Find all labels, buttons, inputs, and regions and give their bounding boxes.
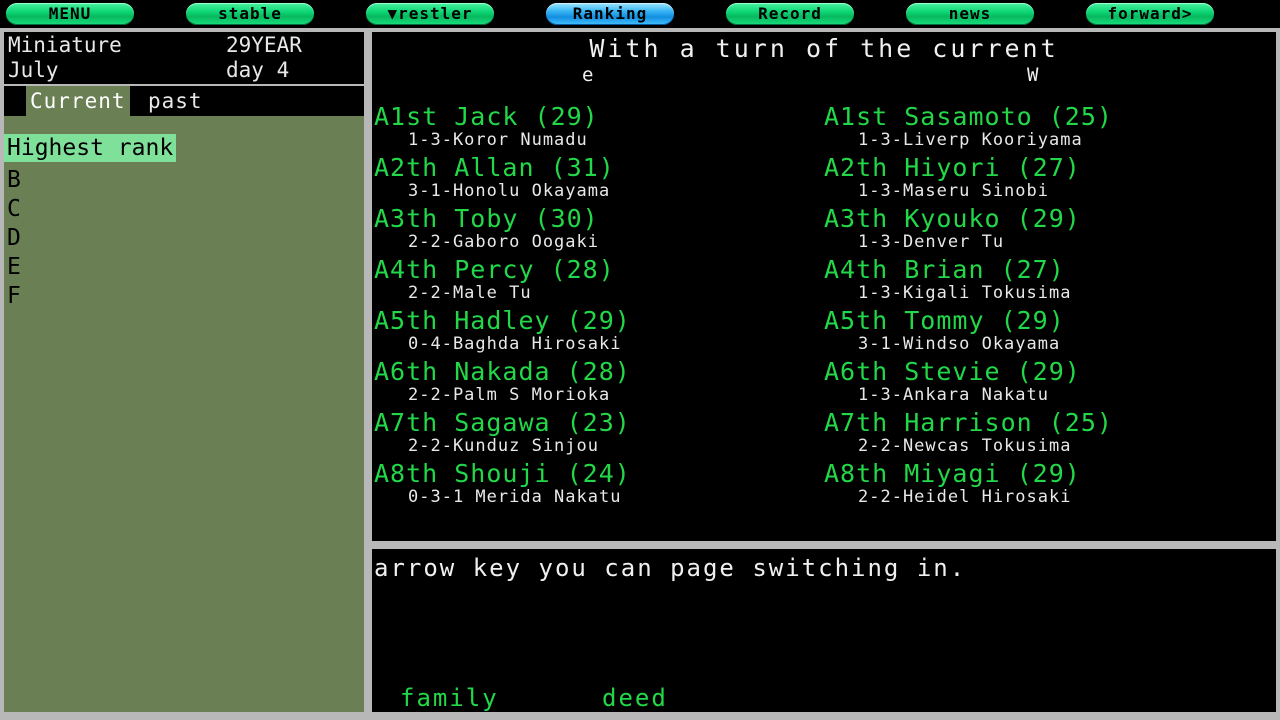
ranking-panel: With a turn of the current e W A1st Jack… bbox=[370, 30, 1278, 543]
ranking-entry-name: A5th Hadley (29) bbox=[374, 306, 631, 335]
grade-item-d[interactable]: D bbox=[7, 224, 21, 253]
ranking-entry-east-3[interactable]: A3th Toby (30) 2-2-Gaboro Oogaki bbox=[372, 204, 822, 255]
ranking-entry-record: 1-3-Kigali Tokusima bbox=[858, 283, 1072, 303]
month-value: July bbox=[8, 58, 59, 82]
menu-button-news[interactable]: news bbox=[906, 3, 1034, 25]
ranking-entry-record: 0-3-1 Merida Nakatu bbox=[408, 487, 622, 507]
ranking-entry-east-7[interactable]: A7th Sagawa (23) 2-2-Kunduz Sinjou bbox=[372, 408, 822, 459]
grade-item-f[interactable]: F bbox=[7, 282, 21, 311]
ranking-entry-west-5[interactable]: A5th Tommy (29) 3-1-Windso Okayama bbox=[822, 306, 1280, 357]
sidebar-panel: Miniature 29YEAR July day 4 Current past… bbox=[2, 30, 366, 714]
tab-past[interactable]: past bbox=[144, 86, 207, 116]
grade-item-e[interactable]: E bbox=[7, 253, 21, 282]
highest-rank-heading: Highest rank bbox=[4, 134, 177, 162]
column-header-west: W bbox=[1027, 64, 1039, 86]
ranking-entry-name: A3th Toby (30) bbox=[374, 204, 599, 233]
ranking-entry-name: A6th Stevie (29) bbox=[824, 357, 1081, 386]
ranking-entry-record: 2-2-Newcas Tokusima bbox=[858, 436, 1072, 456]
ranking-entry-name: A7th Harrison (25) bbox=[824, 408, 1113, 437]
ranking-entry-east-5[interactable]: A5th Hadley (29) 0-4-Baghda Hirosaki bbox=[372, 306, 822, 357]
sidebar-header-row-2: July day 4 bbox=[4, 57, 364, 83]
ranking-title: With a turn of the current bbox=[589, 34, 1059, 63]
ranking-entry-record: 2-2-Gaboro Oogaki bbox=[408, 232, 599, 252]
ranking-entry-record: 1-3-Maseru Sinobi bbox=[858, 181, 1049, 201]
ranking-entry-west-1[interactable]: A1st Sasamoto (25) 1-3-Liverp Kooriyama bbox=[822, 102, 1280, 153]
ranking-entry-east-1[interactable]: A1st Jack (29) 1-3-Koror Numadu bbox=[372, 102, 822, 153]
ranking-entry-record: 1-3-Denver Tu bbox=[858, 232, 1005, 252]
ranking-entry-east-4[interactable]: A4th Percy (28) 2-2-Male Tu bbox=[372, 255, 822, 306]
ranking-entry-record: 1-3-Liverp Kooriyama bbox=[858, 130, 1083, 150]
ranking-column-east: A1st Jack (29) 1-3-Koror Numadu A2th Allan… bbox=[372, 102, 822, 510]
menu-button-forward[interactable]: forward> bbox=[1086, 3, 1214, 25]
ranking-entry-name: A1st Jack (29) bbox=[374, 102, 599, 131]
ranking-entry-record: 1-3-Ankara Nakatu bbox=[858, 385, 1049, 405]
hint-text: arrow key you can page switching in. bbox=[374, 554, 967, 582]
sidebar-header-row-1: Miniature 29YEAR bbox=[4, 32, 364, 58]
sidebar-tabstrip: Current past bbox=[4, 86, 364, 116]
ranking-entry-name: A4th Percy (28) bbox=[374, 255, 615, 284]
ranking-entry-name: A6th Nakada (28) bbox=[374, 357, 631, 386]
ranking-entry-name: A1st Sasamoto (25) bbox=[824, 102, 1113, 131]
menu-button-restler[interactable]: ▼restler bbox=[366, 3, 494, 25]
ranking-entry-east-6[interactable]: A6th Nakada (28) 2-2-Palm S Morioka bbox=[372, 357, 822, 408]
ranking-entry-name: A2th Allan (31) bbox=[374, 153, 615, 182]
ranking-entry-east-2[interactable]: A2th Allan (31) 3-1-Honolu Okayama bbox=[372, 153, 822, 204]
ranking-entry-west-4[interactable]: A4th Brian (27) 1-3-Kigali Tokusima bbox=[822, 255, 1280, 306]
ranking-entry-record: 3-1-Honolu Okayama bbox=[408, 181, 611, 201]
tab-current[interactable]: Current bbox=[26, 86, 130, 116]
footer-deed-label[interactable]: deed bbox=[602, 684, 668, 712]
year-value: 29YEAR bbox=[226, 33, 302, 57]
message-panel: arrow key you can page switching in. fam… bbox=[370, 547, 1278, 714]
ranking-entry-name: A5th Tommy (29) bbox=[824, 306, 1065, 335]
menu-button-stable[interactable]: stable bbox=[186, 3, 314, 25]
sidebar-body: Current past Highest rank B C D E F bbox=[4, 86, 364, 712]
ranking-entry-west-7[interactable]: A7th Harrison (25) 2-2-Newcas Tokusima bbox=[822, 408, 1280, 459]
column-header-east: e bbox=[582, 64, 594, 86]
ranking-entry-west-6[interactable]: A6th Stevie (29) 1-3-Ankara Nakatu bbox=[822, 357, 1280, 408]
menu-button-menu[interactable]: MENU bbox=[6, 3, 134, 25]
ranking-entry-record: 3-1-Windso Okayama bbox=[858, 334, 1061, 354]
ranking-entry-record: 1-3-Koror Numadu bbox=[408, 130, 588, 150]
ranking-entry-name: A3th Kyouko (29) bbox=[824, 204, 1081, 233]
ranking-entry-name: A8th Miyagi (29) bbox=[824, 459, 1081, 488]
footer-family-label[interactable]: family bbox=[400, 684, 499, 712]
ranking-entry-record: 2-2-Male Tu bbox=[408, 283, 532, 303]
ranking-entry-record: 2-2-Heidel Hirosaki bbox=[858, 487, 1072, 507]
ranking-entry-name: A8th Shouji (24) bbox=[374, 459, 631, 488]
ranking-entry-name: A7th Sagawa (23) bbox=[374, 408, 631, 437]
sidebar-header: Miniature 29YEAR July day 4 bbox=[4, 32, 364, 86]
day-value: day 4 bbox=[226, 58, 290, 82]
ranking-entry-name: A2th Hiyori (27) bbox=[824, 153, 1081, 182]
ranking-entry-west-8[interactable]: A8th Miyagi (29) 2-2-Heidel Hirosaki bbox=[822, 459, 1280, 510]
ranking-entry-east-8[interactable]: A8th Shouji (24) 0-3-1 Merida Nakatu bbox=[372, 459, 822, 510]
ranking-column-west: A1st Sasamoto (25) 1-3-Liverp Kooriyama A2… bbox=[822, 102, 1280, 510]
menu-button-ranking[interactable]: Ranking bbox=[546, 3, 674, 25]
ranking-entry-record: 2-2-Kunduz Sinjou bbox=[408, 436, 599, 456]
ranking-entry-record: 0-4-Baghda Hirosaki bbox=[408, 334, 622, 354]
ranking-entry-name: A4th Brian (27) bbox=[824, 255, 1065, 284]
grade-item-c[interactable]: C bbox=[7, 195, 21, 224]
ranking-entry-west-2[interactable]: A2th Hiyori (27) 1-3-Maseru Sinobi bbox=[822, 153, 1280, 204]
stable-name: Miniature bbox=[8, 33, 122, 57]
menu-button-record[interactable]: Record bbox=[726, 3, 854, 25]
grade-item-b[interactable]: B bbox=[7, 166, 21, 195]
game-screen: MENU stable ▼restler Ranking Record news forwa… bbox=[0, 0, 1280, 720]
ranking-entry-west-3[interactable]: A3th Kyouko (29) 1-3-Denver Tu bbox=[822, 204, 1280, 255]
top-menu-bar: MENU stable ▼restler Ranking Record news forwa… bbox=[0, 0, 1280, 30]
ranking-entry-record: 2-2-Palm S Morioka bbox=[408, 385, 611, 405]
